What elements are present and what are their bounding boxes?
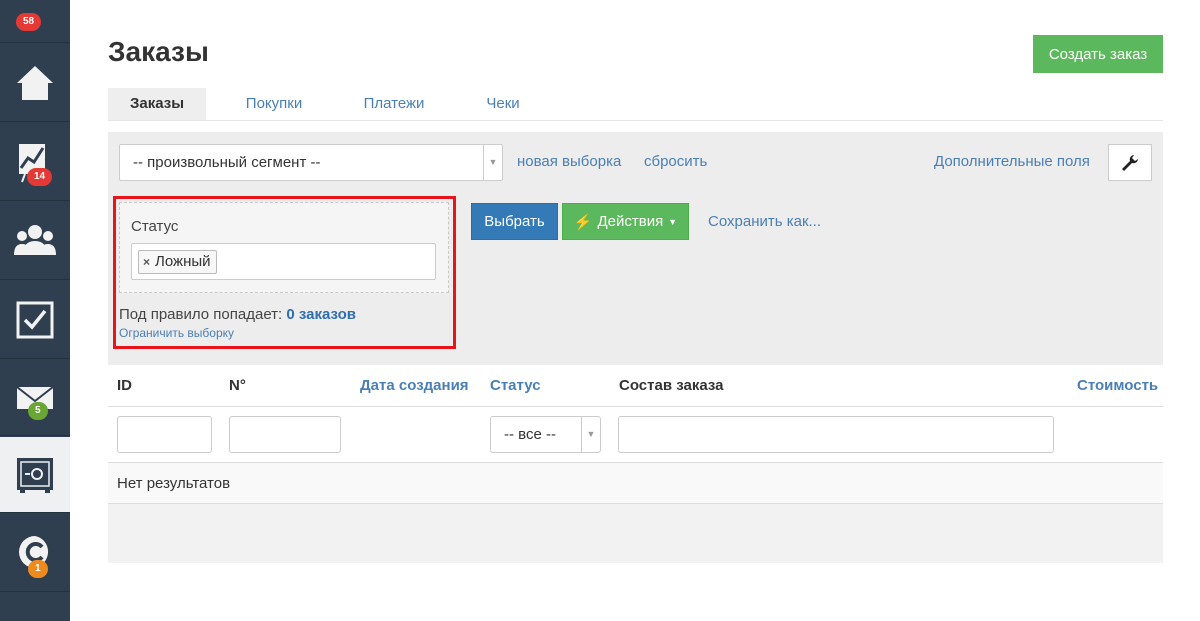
save-as-link[interactable]: Сохранить как... bbox=[708, 213, 821, 230]
segment-select[interactable]: -- произвольный сегмент -- ▼ bbox=[119, 144, 503, 181]
new-selection-link[interactable]: новая выборка bbox=[517, 153, 621, 170]
number-filter-input[interactable] bbox=[229, 416, 341, 453]
actions-button-label: Действия bbox=[597, 213, 664, 230]
actions-button[interactable]: ⚡ Действия ▼ bbox=[562, 203, 689, 240]
wrench-icon bbox=[1122, 154, 1138, 171]
analytics-badge: 14 bbox=[27, 168, 53, 186]
mail-badge: 5 bbox=[28, 402, 48, 420]
rule-status-label: Статус bbox=[131, 218, 179, 235]
col-order-items: Состав заказа bbox=[619, 377, 724, 394]
empty-results: Нет результатов bbox=[108, 463, 1163, 503]
reset-link[interactable]: сбросить bbox=[644, 153, 707, 170]
home-icon bbox=[17, 65, 53, 100]
tab-payments[interactable]: Платежи bbox=[346, 88, 442, 120]
sidebar-item-tasks[interactable] bbox=[0, 281, 70, 359]
tab-orders[interactable]: Заказы bbox=[108, 88, 206, 120]
rule-count-prefix: Под правило попадает: bbox=[119, 306, 283, 323]
divider bbox=[108, 406, 1163, 407]
col-cost[interactable]: Стоимость bbox=[1077, 377, 1158, 394]
id-filter-input[interactable] bbox=[117, 416, 212, 453]
status-tag: × Ложный bbox=[138, 250, 217, 274]
sidebar-top-item[interactable]: 58 bbox=[0, 0, 70, 43]
chevron-down-icon: ▼ bbox=[581, 417, 600, 452]
select-button[interactable]: Выбрать bbox=[471, 203, 558, 240]
notification-badge: 58 bbox=[16, 13, 42, 31]
remove-tag-icon[interactable]: × bbox=[143, 251, 150, 273]
chevron-down-icon: ▼ bbox=[483, 145, 502, 180]
caret-down-icon: ▼ bbox=[668, 216, 678, 227]
tab-receipts[interactable]: Чеки bbox=[468, 88, 538, 120]
sidebar-item-safe[interactable] bbox=[0, 437, 70, 513]
checkbox-icon bbox=[16, 301, 54, 338]
page-title: Заказы bbox=[108, 36, 209, 67]
sidebar-item-mail[interactable]: 5 bbox=[0, 360, 70, 436]
rule-count: Под правило попадает: 0 заказов bbox=[119, 306, 356, 323]
limit-selection-link[interactable]: Ограничить выборку bbox=[119, 326, 234, 340]
status-tag-label: Ложный bbox=[155, 253, 211, 270]
order-items-filter-input[interactable] bbox=[618, 416, 1054, 453]
col-number: N° bbox=[229, 377, 246, 394]
sidebar-item-home[interactable] bbox=[0, 44, 70, 122]
extra-fields-link[interactable]: Дополнительные поля bbox=[934, 153, 1090, 170]
col-status[interactable]: Статус bbox=[490, 377, 541, 394]
tab-purchases[interactable]: Покупки bbox=[226, 88, 322, 120]
users-icon bbox=[14, 224, 56, 255]
sidebar: 58 14 5 1 bbox=[0, 0, 70, 621]
chat-badge: 1 bbox=[28, 560, 48, 578]
table-footer bbox=[108, 504, 1163, 563]
segment-select-value: -- произвольный сегмент -- bbox=[133, 154, 321, 171]
status-filter-value: -- все -- bbox=[504, 426, 556, 443]
sidebar-item-analytics[interactable]: 14 bbox=[0, 123, 70, 201]
col-id: ID bbox=[117, 377, 132, 394]
sidebar-item-users[interactable] bbox=[0, 202, 70, 280]
create-order-button[interactable]: Создать заказ bbox=[1033, 35, 1163, 73]
rule-count-value[interactable]: 0 заказов bbox=[286, 306, 356, 323]
tabs: Заказы Покупки Платежи Чеки bbox=[108, 88, 1163, 121]
lightning-icon: ⚡ bbox=[573, 213, 593, 231]
status-filter-select[interactable]: -- все -- ▼ bbox=[490, 416, 601, 453]
sidebar-item-chat[interactable]: 1 bbox=[0, 514, 70, 592]
safe-icon bbox=[17, 457, 53, 493]
col-created-date[interactable]: Дата создания bbox=[360, 377, 469, 394]
status-tag-input[interactable]: × Ложный bbox=[131, 243, 436, 280]
settings-button[interactable] bbox=[1108, 144, 1152, 181]
